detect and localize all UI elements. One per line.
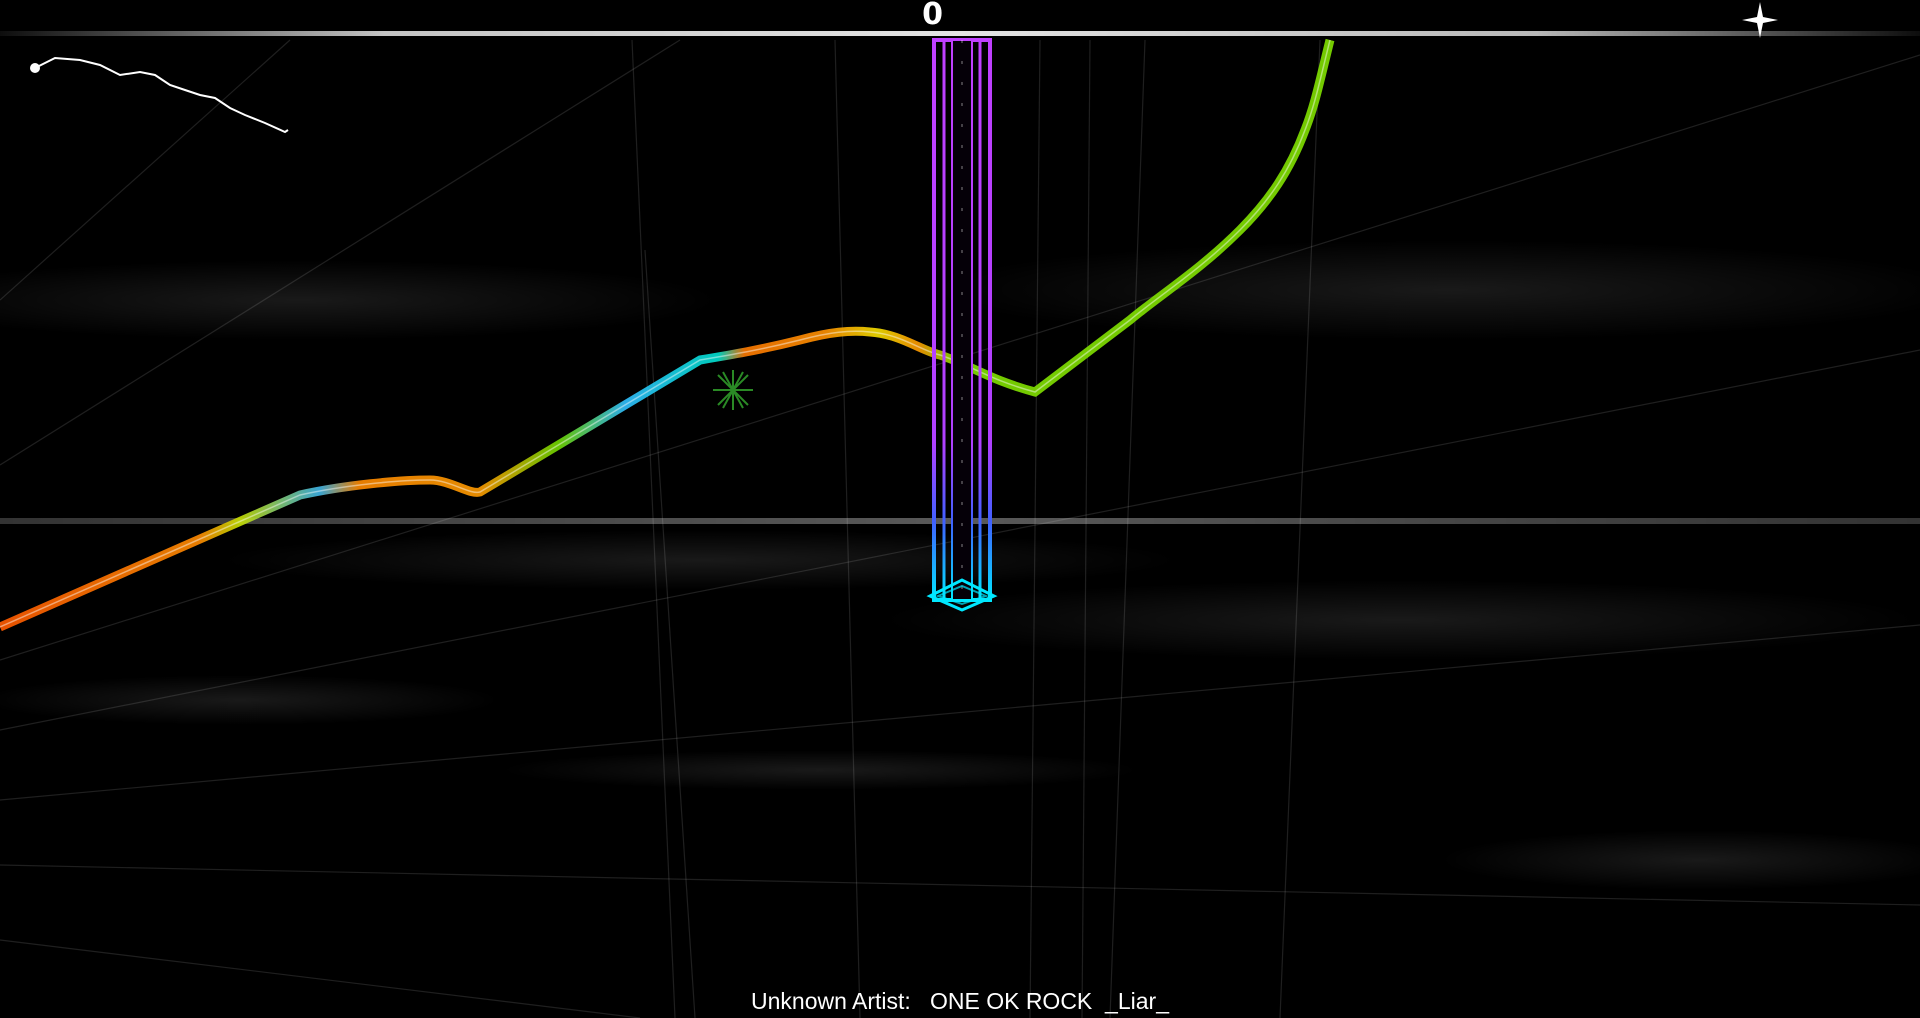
artist-label: Unknown Artist: (751, 988, 911, 1014)
track-minimap (30, 56, 289, 134)
score-counter: 0 (922, 0, 944, 32)
game-viewport: 0 Unknown Artist: ONE OK ROCK _Liar_ (0, 0, 1920, 1018)
now-playing-label: Unknown Artist: ONE OK ROCK _Liar_ (0, 986, 1920, 1016)
green-splash (713, 370, 753, 410)
track-scene (0, 38, 1920, 1018)
minimap-position-dot (30, 63, 40, 73)
song-progress-bar (0, 31, 1920, 36)
song-name: ONE OK ROCK _Liar_ (929, 988, 1169, 1014)
light-tower (926, 38, 998, 612)
four-point-star-icon (1742, 2, 1778, 38)
